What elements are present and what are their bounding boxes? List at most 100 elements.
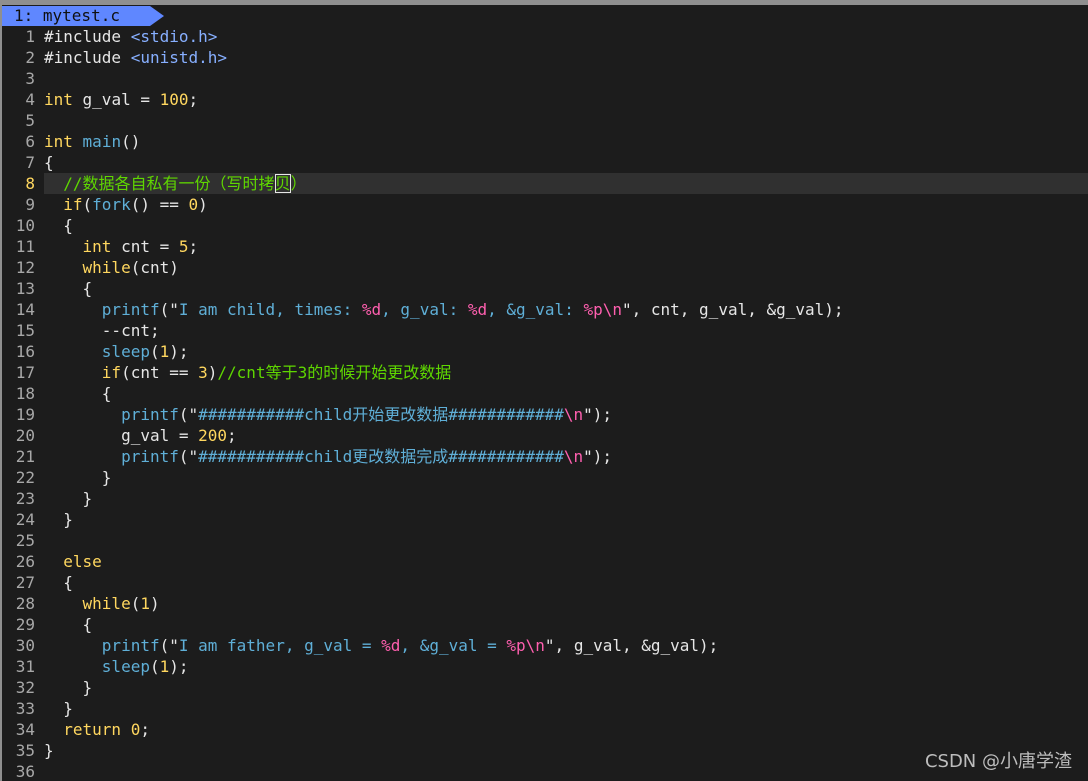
tabline: 1: mytest.c bbox=[2, 5, 1088, 26]
code-line[interactable]: 27 { bbox=[2, 572, 1088, 593]
line-content[interactable]: int main() bbox=[44, 131, 1088, 152]
code-line[interactable]: 30 printf("I am father, g_val = %d, &g_v… bbox=[2, 635, 1088, 656]
code-line[interactable]: 16 sleep(1); bbox=[2, 341, 1088, 362]
line-content[interactable]: { bbox=[44, 278, 1088, 299]
code-line[interactable]: 22 } bbox=[2, 467, 1088, 488]
code-token: ) bbox=[207, 363, 218, 382]
line-content[interactable]: { bbox=[44, 215, 1088, 236]
code-token: } bbox=[44, 699, 73, 718]
code-token: } bbox=[44, 468, 112, 487]
line-content[interactable]: } bbox=[44, 467, 1088, 488]
code-token: ( bbox=[149, 657, 160, 676]
line-content[interactable]: return 0; bbox=[44, 719, 1088, 740]
code-line[interactable]: 13 { bbox=[2, 278, 1088, 299]
code-line[interactable]: 12 while(cnt) bbox=[2, 257, 1088, 278]
line-content[interactable]: } bbox=[44, 698, 1088, 719]
code-area[interactable]: 1 #include <stdio.h> 2 #include <unistd.h> 3… bbox=[2, 26, 1088, 781]
code-line[interactable]: 5 bbox=[2, 110, 1088, 131]
code-token: ; bbox=[227, 426, 237, 445]
code-token: ) bbox=[149, 594, 160, 613]
code-token: (" bbox=[159, 300, 179, 319]
line-number: 32 bbox=[15, 678, 35, 697]
line-content[interactable]: printf("I am father, g_val = %d, &g_val … bbox=[44, 635, 1088, 656]
line-content[interactable]: } bbox=[44, 488, 1088, 509]
code-line[interactable]: 34 return 0; bbox=[2, 719, 1088, 740]
code-line[interactable]: 10 { bbox=[2, 215, 1088, 236]
code-token: } bbox=[44, 678, 93, 697]
line-content[interactable]: --cnt; bbox=[44, 320, 1088, 341]
code-line[interactable]: 4 int g_val = 100; bbox=[2, 89, 1088, 110]
watermark: CSDN @小唐学渣 bbox=[924, 751, 1072, 772]
line-content[interactable]: while(1) bbox=[44, 593, 1088, 614]
line-number: 26 bbox=[15, 552, 35, 571]
line-content[interactable]: else bbox=[44, 551, 1088, 572]
vim-editor-window[interactable]: 1: mytest.c 1 #include <stdio.h> 2 #include… bbox=[0, 0, 1088, 781]
code-line[interactable]: 9 if(fork() == 0) bbox=[2, 194, 1088, 215]
line-content[interactable]: while(cnt) bbox=[44, 257, 1088, 278]
code-line[interactable]: 18 { bbox=[2, 383, 1088, 404]
code-token: printf bbox=[121, 405, 179, 424]
line-content[interactable]: #include <stdio.h> bbox=[44, 26, 1088, 47]
code-token: <stdio.h> bbox=[130, 27, 218, 46]
line-content[interactable]: sleep(1); bbox=[44, 656, 1088, 677]
line-content[interactable]: #include <unistd.h> bbox=[44, 47, 1088, 68]
code-line[interactable]: 1 #include <stdio.h> bbox=[2, 26, 1088, 47]
code-token: printf bbox=[121, 447, 179, 466]
code-line[interactable]: 2 #include <unistd.h> bbox=[2, 47, 1088, 68]
code-line[interactable]: 7{ bbox=[2, 152, 1088, 173]
code-line[interactable]: 8 //数据各自私有一份（写时拷贝） bbox=[2, 173, 1088, 194]
code-line[interactable]: 20 g_val = 200; bbox=[2, 425, 1088, 446]
code-line[interactable]: 31 sleep(1); bbox=[2, 656, 1088, 677]
line-content[interactable]: sleep(1); bbox=[44, 341, 1088, 362]
code-token: , g_val: bbox=[381, 300, 468, 319]
code-token: 200 bbox=[198, 426, 228, 445]
line-content[interactable]: { bbox=[44, 572, 1088, 593]
line-content[interactable] bbox=[44, 68, 1088, 89]
code-line[interactable]: 28 while(1) bbox=[2, 593, 1088, 614]
line-content[interactable]: } bbox=[44, 509, 1088, 530]
code-line[interactable]: 3 bbox=[2, 68, 1088, 89]
line-content[interactable]: { bbox=[44, 152, 1088, 173]
code-line[interactable]: 26 else bbox=[2, 551, 1088, 572]
line-content[interactable]: int g_val = 100; bbox=[44, 89, 1088, 110]
line-number: 13 bbox=[15, 279, 35, 298]
line-content[interactable]: g_val = 200; bbox=[44, 425, 1088, 446]
line-content[interactable] bbox=[44, 110, 1088, 131]
code-line[interactable]: 21 printf("###########child更改数据完成#######… bbox=[2, 446, 1088, 467]
line-content[interactable]: } bbox=[44, 677, 1088, 698]
line-content[interactable]: printf("I am child, times: %d, g_val: %d… bbox=[44, 299, 1088, 320]
code-token: #include bbox=[44, 27, 131, 46]
line-number: 25 bbox=[15, 531, 35, 550]
code-line[interactable]: 15 --cnt; bbox=[2, 320, 1088, 341]
text-cursor: 贝 bbox=[274, 174, 291, 193]
code-line[interactable]: 24 } bbox=[2, 509, 1088, 530]
line-content[interactable]: { bbox=[44, 614, 1088, 635]
code-token: int bbox=[44, 132, 73, 151]
line-content[interactable]: { bbox=[44, 383, 1088, 404]
code-token: ） bbox=[290, 174, 307, 193]
code-line[interactable]: 32 } bbox=[2, 677, 1088, 698]
code-token: I am father, g_val = bbox=[178, 636, 382, 655]
code-token: %d bbox=[361, 300, 382, 319]
code-line[interactable]: 14 printf("I am child, times: %d, g_val:… bbox=[2, 299, 1088, 320]
line-content[interactable]: printf("###########child开始更改数据##########… bbox=[44, 404, 1088, 425]
line-content[interactable]: if(fork() == 0) bbox=[44, 194, 1088, 215]
line-number: 15 bbox=[15, 321, 35, 340]
line-content[interactable]: //数据各自私有一份（写时拷贝） bbox=[44, 173, 1088, 194]
code-line[interactable]: 19 printf("###########child开始更改数据#######… bbox=[2, 404, 1088, 425]
tab-mytest-c[interactable]: 1: mytest.c bbox=[2, 6, 150, 26]
code-line[interactable]: 6 int main() bbox=[2, 131, 1088, 152]
code-line[interactable]: 25 bbox=[2, 530, 1088, 551]
code-line[interactable]: 23 } bbox=[2, 488, 1088, 509]
code-line[interactable]: 33 } bbox=[2, 698, 1088, 719]
code-line[interactable]: 29 { bbox=[2, 614, 1088, 635]
line-content[interactable]: if(cnt == 3)//cnt等于3的时候开始更改数据 bbox=[44, 362, 1088, 383]
code-line[interactable]: 17 if(cnt == 3)//cnt等于3的时候开始更改数据 bbox=[2, 362, 1088, 383]
line-content[interactable] bbox=[44, 530, 1088, 551]
line-content[interactable]: printf("###########child更改数据完成##########… bbox=[44, 446, 1088, 467]
line-content[interactable]: int cnt = 5; bbox=[44, 236, 1088, 257]
line-number: 8 bbox=[25, 174, 35, 193]
code-line[interactable]: 11 int cnt = 5; bbox=[2, 236, 1088, 257]
